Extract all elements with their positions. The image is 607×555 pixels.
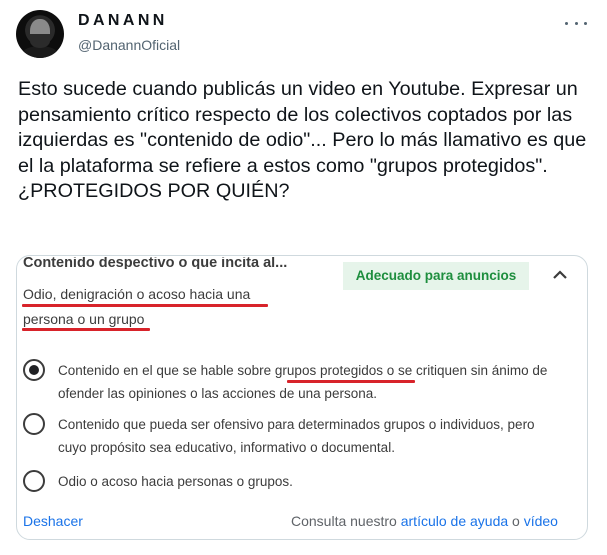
option-label: Contenido que pueda ser ofensivo para de…: [58, 417, 535, 455]
tweet-text: Esto sucede cuando publicás un video en …: [18, 78, 592, 202]
highlighted-phrase: grupos protegidos: [274, 363, 383, 378]
help-article-link[interactable]: artículo de ayuda: [401, 513, 508, 529]
help-video-link[interactable]: vídeo: [524, 513, 558, 529]
red-annotation-underline: [287, 380, 415, 383]
more-horizontal-icon[interactable]: [565, 16, 587, 30]
radio-option-protected-groups[interactable]: Contenido en el que se hable sobre grupo…: [23, 359, 583, 407]
policy-title: Contenido despectivo o que incita al...: [23, 257, 288, 269]
red-annotation-underline: [22, 328, 150, 331]
policy-subtitle: Odio, denigración o acoso hacia una pers…: [23, 282, 250, 332]
option-label: Odio o acoso hacia personas o grupos.: [58, 474, 293, 489]
user-handle[interactable]: @DanannOficial: [78, 37, 180, 53]
undo-link[interactable]: Deshacer: [23, 513, 83, 529]
tweet-header: DANANN @DanannOficial: [16, 10, 591, 62]
ad-suitability-badge: Adecuado para anuncios: [343, 262, 529, 290]
radio-option-hate-harassment[interactable]: Odio o acoso hacia personas o grupos.: [23, 470, 583, 494]
help-footer: Consulta nuestro artículo de ayuda o víd…: [291, 513, 558, 529]
radio-button[interactable]: [23, 413, 45, 435]
chevron-up-icon[interactable]: [551, 268, 569, 282]
radio-button[interactable]: [23, 470, 45, 492]
radio-option-educational[interactable]: Contenido que pueda ser ofensivo para de…: [23, 413, 583, 461]
red-annotation-underline: [22, 304, 268, 307]
tweet-media-screenshot[interactable]: Contenido despectivo o que incita al... …: [16, 255, 588, 540]
avatar[interactable]: [16, 10, 64, 58]
display-name[interactable]: DANANN: [78, 12, 168, 30]
radio-button-checked[interactable]: [23, 359, 45, 381]
